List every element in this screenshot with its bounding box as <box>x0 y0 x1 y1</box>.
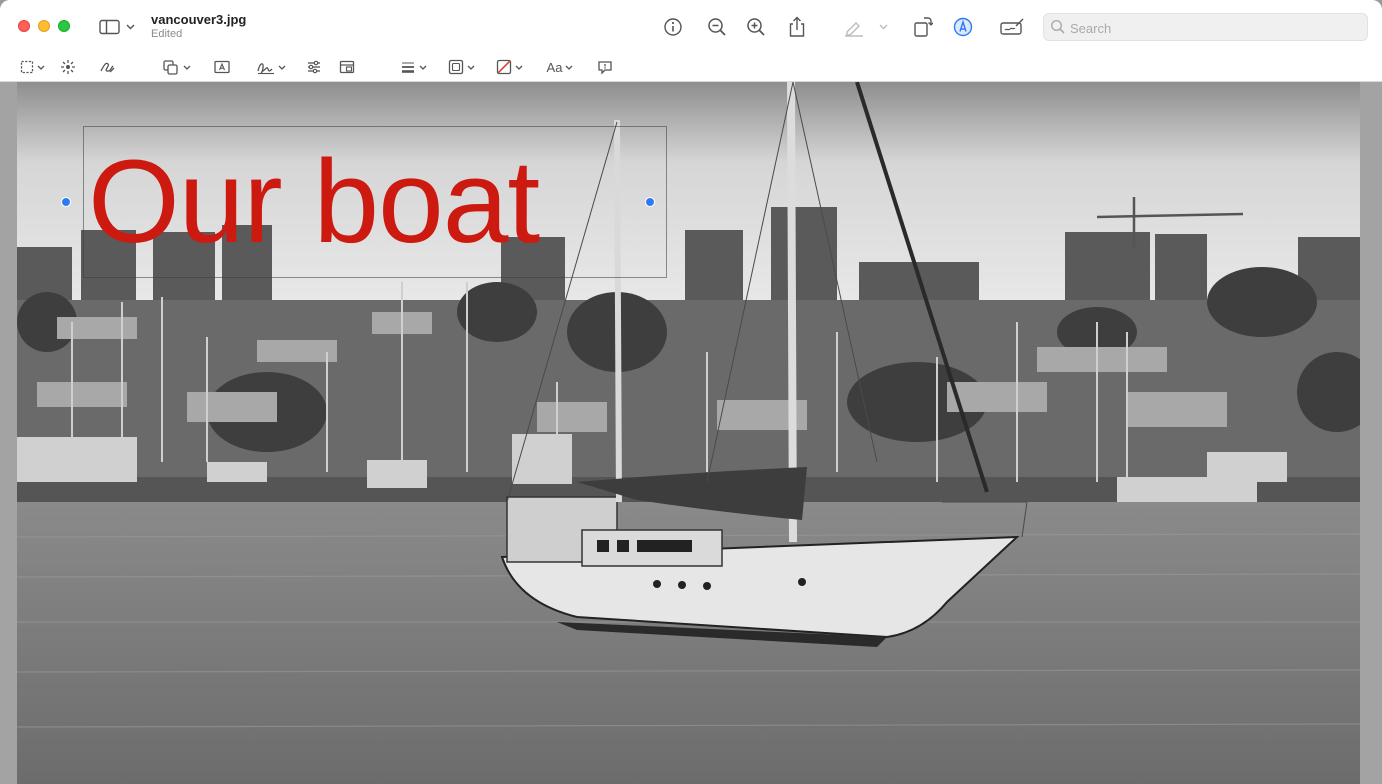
shapes-icon <box>162 59 180 75</box>
border-color-button[interactable] <box>445 58 477 76</box>
sketch-icon <box>98 59 116 75</box>
instant-alpha-button[interactable] <box>59 58 77 76</box>
highlight-button[interactable] <box>836 16 894 38</box>
zoom-out-button[interactable] <box>706 16 728 38</box>
zoom-in-icon <box>746 17 766 37</box>
sidebar-icon <box>99 19 121 35</box>
text-style-button[interactable]: Aa <box>543 58 577 76</box>
chevron-down-icon <box>565 65 573 70</box>
adjust-size-button[interactable] <box>338 58 356 76</box>
sign-button[interactable] <box>254 58 288 76</box>
adjust-color-icon <box>306 59 322 75</box>
adjust-size-icon <box>339 59 355 75</box>
chevron-down-icon <box>467 65 475 70</box>
rectangular-selection-icon <box>20 60 34 74</box>
fill-color-icon <box>496 59 512 75</box>
sketch-button[interactable] <box>97 58 117 76</box>
resize-handle-right[interactable] <box>645 197 655 207</box>
annotation-text[interactable]: Our boat <box>88 143 540 261</box>
info-button[interactable] <box>662 16 684 38</box>
document-status: Edited <box>151 28 183 40</box>
chevron-down-icon <box>515 65 523 70</box>
chevron-down-icon <box>37 65 45 70</box>
chevron-down-icon <box>278 65 286 70</box>
text-icon <box>213 59 231 75</box>
chevron-down-icon <box>126 24 135 30</box>
search-icon <box>1050 19 1066 40</box>
rotate-button[interactable] <box>912 15 934 39</box>
title-bar: vancouver3.jpg Edited <box>0 0 1382 52</box>
zoom-out-icon <box>707 17 727 37</box>
shape-style-icon <box>400 59 416 75</box>
highlighter-icon <box>843 17 865 37</box>
search-input[interactable] <box>1070 18 1360 38</box>
sign-icon <box>256 59 276 75</box>
search-field[interactable] <box>1043 13 1368 41</box>
info-icon <box>663 17 683 37</box>
text-style-icon: Aa <box>546 59 563 75</box>
resize-handle-left[interactable] <box>61 197 71 207</box>
border-color-icon <box>448 59 464 75</box>
shapes-button[interactable] <box>160 58 192 76</box>
sidebar-toggle-button[interactable] <box>97 17 137 37</box>
zoom-button[interactable] <box>58 20 70 32</box>
chevron-down-icon <box>419 65 427 70</box>
instant-alpha-icon <box>60 59 76 75</box>
markup-toolbar: Aa <box>0 52 1382 82</box>
rotate-icon <box>913 16 933 38</box>
share-icon <box>788 16 806 38</box>
note-icon <box>597 59 613 75</box>
chevron-down-icon <box>879 24 888 30</box>
shape-style-button[interactable] <box>398 58 428 76</box>
chevron-down-icon <box>183 65 191 70</box>
document-title: vancouver3.jpg <box>151 12 247 27</box>
text-button[interactable] <box>212 58 232 76</box>
close-button[interactable] <box>18 20 30 32</box>
preview-window: vancouver3.jpg Edited Search Aa Our boat <box>0 0 1382 784</box>
markup-icon <box>953 17 973 37</box>
annotate-button[interactable] <box>998 16 1026 38</box>
zoom-in-button[interactable] <box>745 16 767 38</box>
share-button[interactable] <box>786 15 808 39</box>
document-canvas[interactable]: Our boat <box>0 82 1382 784</box>
note-button[interactable] <box>596 58 614 76</box>
selection-tool-button[interactable] <box>17 58 47 76</box>
minimize-button[interactable] <box>38 20 50 32</box>
adjust-color-button[interactable] <box>305 58 323 76</box>
signature-pad-icon <box>999 17 1025 37</box>
text-annotation-box[interactable]: Our boat <box>83 126 667 278</box>
photo: Our boat <box>17 82 1360 784</box>
markup-button[interactable] <box>952 16 974 38</box>
fill-color-button[interactable] <box>493 58 525 76</box>
